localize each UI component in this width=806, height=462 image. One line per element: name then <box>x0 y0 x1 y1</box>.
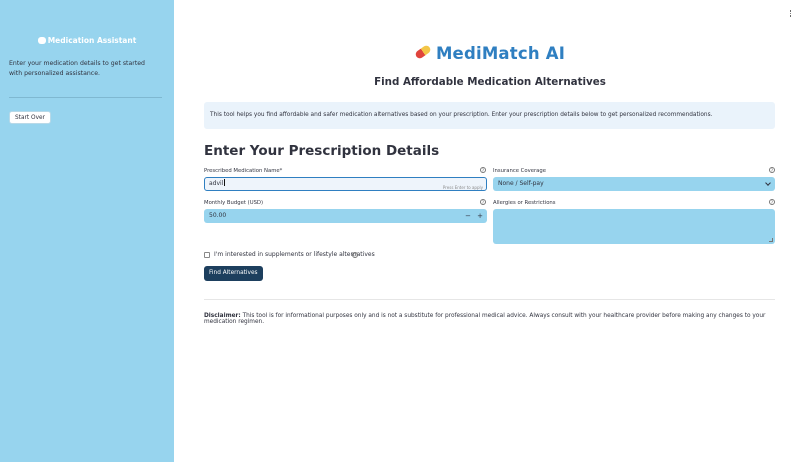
speech-bubble-icon <box>37 37 46 44</box>
help-icon[interactable]: ? <box>769 167 775 173</box>
help-icon[interactable]: ? <box>480 199 486 205</box>
insurance-value: None / Self-pay <box>498 180 544 187</box>
medication-input[interactable]: advil Press Enter to apply <box>204 177 487 191</box>
page-subtitle: Find Affordable Medication Alternatives <box>374 76 606 88</box>
budget-input[interactable]: 50.00 − + <box>204 209 487 223</box>
main-content: MediMatch AI Find Affordable Medication … <box>174 0 806 462</box>
insurance-label: Insurance Coverage <box>493 168 547 174</box>
allergies-label: Allergies or Restrictions <box>493 200 556 206</box>
pill-icon <box>414 44 432 60</box>
resize-handle-icon[interactable] <box>769 238 773 242</box>
increment-button[interactable]: + <box>474 209 486 223</box>
find-alternatives-button[interactable]: Find Alternatives <box>204 266 263 281</box>
sidebar-title-text: Medication Assistant <box>47 36 137 45</box>
chevron-down-icon <box>765 180 771 186</box>
start-over-button[interactable]: Start Over <box>9 111 51 124</box>
supplements-checkbox[interactable] <box>204 252 210 258</box>
supplements-label[interactable]: I'm interested in supplements or lifesty… <box>214 251 375 258</box>
sidebar-title: Medication Assistant <box>0 36 174 45</box>
medication-label: Prescribed Medication Name* <box>204 168 283 174</box>
decrement-button[interactable]: − <box>462 209 474 223</box>
budget-label: Monthly Budget (USD) <box>204 200 264 206</box>
text-caret <box>223 179 225 186</box>
medication-value: advil <box>209 180 224 187</box>
help-icon[interactable]: ? <box>769 199 775 205</box>
help-icon[interactable]: ? <box>352 252 358 258</box>
app-title: MediMatch AI <box>435 44 566 63</box>
insurance-select[interactable]: None / Self-pay <box>493 177 775 191</box>
press-enter-hint: Press Enter to apply <box>442 185 483 190</box>
supplements-label-text: I'm interested in supplements or lifesty… <box>214 251 375 258</box>
app-header: MediMatch AI <box>174 44 806 63</box>
help-icon[interactable]: ? <box>480 167 486 173</box>
divider <box>204 299 775 300</box>
budget-value: 50.00 <box>209 212 227 219</box>
allergies-textarea[interactable] <box>493 209 775 244</box>
disclaimer-text: This tool is for informational purposes … <box>204 313 766 325</box>
sidebar: Medication Assistant Enter your medicati… <box>0 0 174 462</box>
sidebar-intro: Enter your medication details to get sta… <box>9 60 145 77</box>
disclaimer: Disclaimer: This tool is for information… <box>204 313 779 325</box>
info-box: This tool helps you find affordable and … <box>204 102 775 129</box>
sidebar-divider <box>9 97 162 98</box>
section-title: Enter Your Prescription Details <box>204 143 440 159</box>
